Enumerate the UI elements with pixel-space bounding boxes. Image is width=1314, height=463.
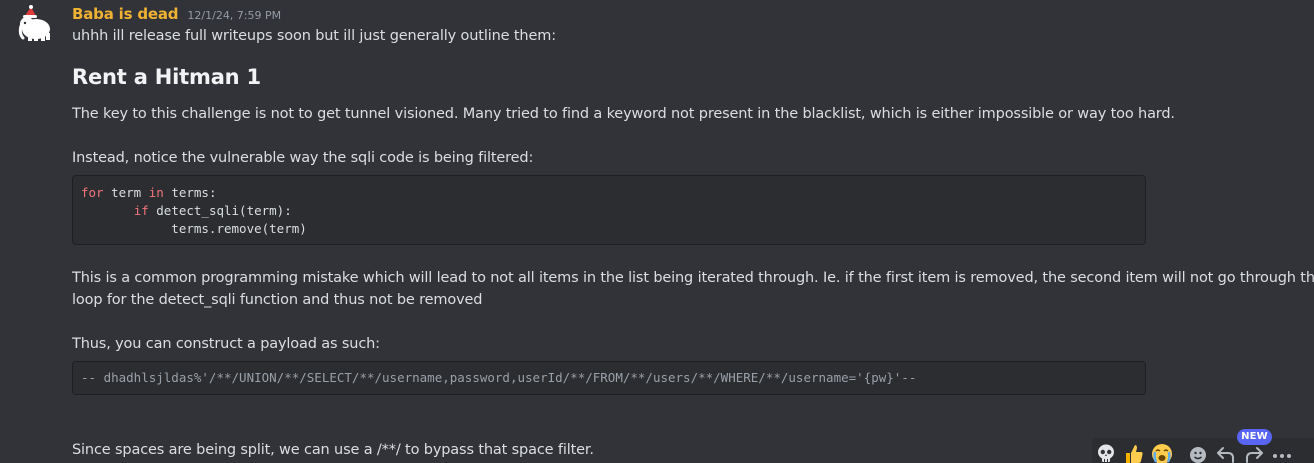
payload-code: -- dhadhlsjldas%'/**/UNION/**/SELECT/**/… (81, 370, 917, 385)
code-keyword: for (81, 185, 104, 200)
forward-button[interactable] (1242, 442, 1266, 463)
intro-text: uhhh ill release full writeups soon but … (72, 28, 556, 44)
paragraph-mistake-line2: loop for the detect_sqli function and th… (72, 292, 483, 308)
author-name[interactable]: Baba is dead (72, 5, 179, 23)
add-reaction-icon (1190, 447, 1206, 463)
thumbs-up-reaction-button[interactable] (1122, 442, 1146, 463)
reply-icon (1217, 447, 1234, 463)
forward-icon (1246, 447, 1263, 463)
code-line: for term in terms: (81, 184, 1137, 202)
add-reaction-button[interactable] (1186, 442, 1210, 463)
chat-message: Baba is dead 12/1/24, 7:59 PM uhhh ill r… (0, 0, 1314, 463)
message-header: Baba is dead 12/1/24, 7:59 PM (72, 4, 281, 23)
code-line: terms.remove(term) (81, 221, 307, 236)
new-badge: NEW (1237, 429, 1272, 445)
paragraph-key: The key to this challenge is not to get … (72, 106, 1175, 122)
thumbs-up-icon (1126, 445, 1143, 463)
more-options-button[interactable] (1270, 442, 1294, 463)
crying-face-icon (1152, 444, 1172, 463)
more-icon (1273, 454, 1291, 458)
skull-reaction-button[interactable] (1094, 442, 1118, 463)
code-line: if detect_sqli(term): (81, 202, 1137, 220)
user-avatar[interactable] (16, 4, 56, 44)
code-block-filter: for term in terms: if detect_sqli(term):… (72, 175, 1146, 245)
paragraph-payload: Thus, you can construct a payload as suc… (72, 336, 380, 352)
paragraph-instead: Instead, notice the vulnerable way the s… (72, 150, 534, 166)
message-timestamp[interactable]: 12/1/24, 7:59 PM (187, 9, 281, 22)
message-actions-toolbar (1092, 438, 1314, 463)
elephant-avatar-icon (18, 5, 50, 41)
skull-icon (1098, 444, 1114, 462)
code-keyword: in (148, 185, 164, 200)
paragraph-spaces: Since spaces are being split, we can use… (72, 442, 594, 458)
section-heading: Rent a Hitman 1 (72, 65, 261, 89)
code-text: terms: (163, 185, 217, 200)
paragraph-mistake-line1: This is a common programming mistake whi… (72, 270, 1314, 286)
code-block-payload: -- dhadhlsjldas%'/**/UNION/**/SELECT/**/… (72, 361, 1146, 395)
code-text: term (103, 185, 149, 200)
code-text: detect_sqli(term): (148, 203, 292, 218)
crying-reaction-button[interactable] (1150, 442, 1174, 463)
code-keyword: if (133, 203, 149, 218)
reply-button[interactable] (1214, 442, 1238, 463)
